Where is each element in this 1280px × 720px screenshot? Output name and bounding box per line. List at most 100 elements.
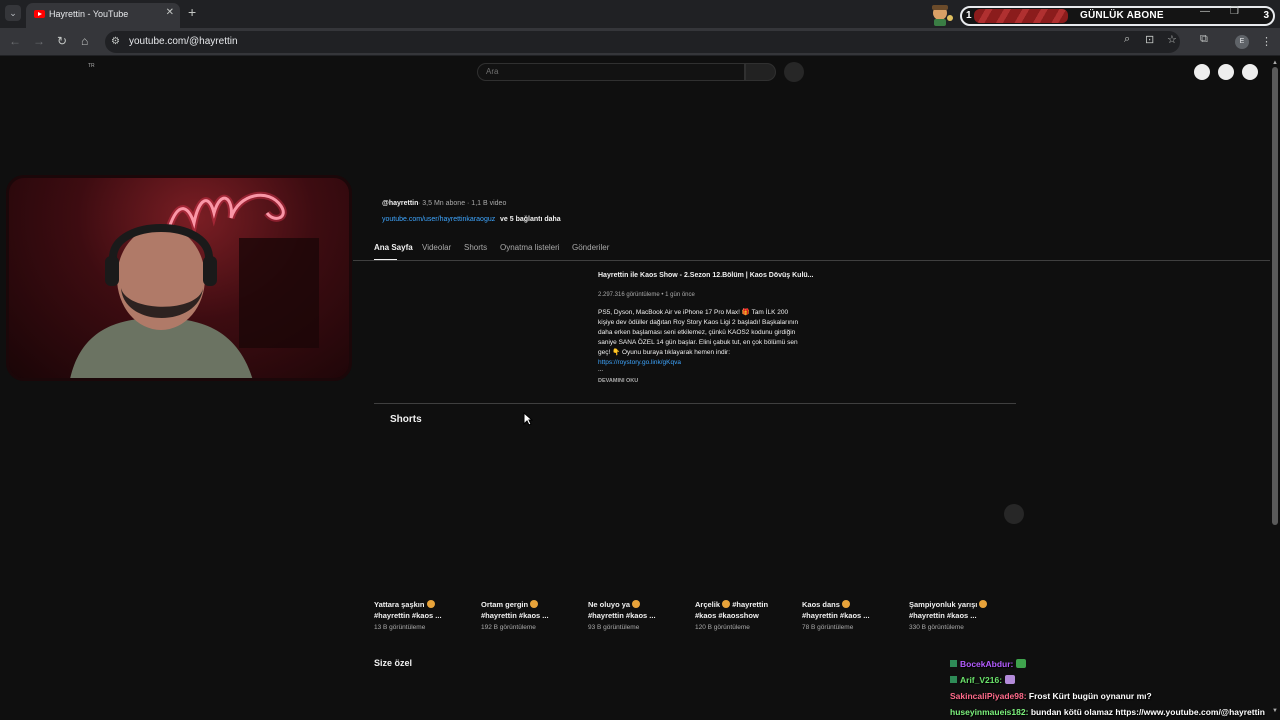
webcam-scene (70, 191, 319, 378)
create-icon[interactable] (1194, 64, 1210, 80)
stream-chat: BocekAbdur: Arif_V216: SakincaliPiyade98… (950, 656, 1268, 720)
short-item[interactable]: Şampiyonluk yarışı #hayrettin #kaos ... … (909, 599, 1009, 631)
emoji-icon (530, 600, 539, 608)
tab-videos[interactable]: Videolar (422, 243, 451, 252)
featured-video-description: PS5, Dyson, MacBook Air ve iPhone 17 Pro… (598, 308, 804, 368)
browser-tabstrip: ⌄ Hayrettin - YouTube ✕ + 1 GÜNLÜK ABONE… (0, 0, 1280, 28)
chat-username: huseyinmaueis182: (950, 707, 1029, 717)
read-more-button[interactable]: DEVAMINI OKU (598, 378, 638, 384)
site-info-icon[interactable]: ⚙ (111, 36, 120, 47)
emoji-icon (426, 600, 435, 608)
streamer-webcam (6, 175, 352, 381)
featured-description-text: PS5, Dyson, MacBook Air ve iPhone 17 Pro… (598, 309, 799, 356)
short-views: 13 B görüntüleme (374, 624, 426, 631)
tab-close-icon[interactable]: ✕ (166, 7, 174, 18)
browser-toolbar: ← → ↻ ⌂ ⚙ youtube.com/@hayrettin ⌕ ⊡ ☆ ⧉… (0, 28, 1280, 56)
mouse-cursor-icon (523, 412, 533, 426)
channel-stats: · 3,5 Mn abone · 1,1 B video (418, 200, 507, 207)
emoji-icon (632, 600, 641, 608)
zoom-icon[interactable]: ⌕ (1124, 33, 1130, 46)
streamer-mascot-icon (932, 5, 953, 26)
scrollbar-thumb[interactable] (1272, 67, 1278, 525)
short-item[interactable]: Yattara şaşkın #hayrettin #kaos ... 13 B… (374, 599, 474, 631)
home-icon[interactable]: ⌂ (81, 34, 88, 48)
chat-message: BocekAbdur: (950, 656, 1268, 672)
daily-subscriber-goal: 1 GÜNLÜK ABONE 3 (960, 6, 1275, 26)
maximize-icon[interactable]: ❐ (1230, 6, 1239, 17)
tabs-divider (353, 260, 1270, 261)
chat-text: bundan kötü olamaz https://www.youtube.c… (1030, 707, 1265, 717)
short-title[interactable]: Kaos dans #hayrettin #kaos ... (802, 599, 902, 621)
back-arrow-icon[interactable]: ← (9, 34, 21, 48)
short-views: 330 B görüntüleme (909, 624, 964, 631)
minimize-icon[interactable]: — (1200, 6, 1210, 17)
chat-message: huseyinmaueis182: bundan kötü olamaz htt… (950, 704, 1268, 720)
voice-search-icon[interactable] (784, 62, 804, 82)
chat-text: Frost Kürt bugün oynanur mı? (1028, 691, 1152, 701)
youtube-page: TR Ara ▲ ▼ @hayrettin · 3,5 Mn abone · 1… (0, 57, 1280, 720)
goal-label: GÜNLÜK ABONE (1080, 10, 1164, 21)
goal-progress-bar (974, 9, 1068, 23)
short-item[interactable]: Ne oluyo ya #hayrettin #kaos ... 93 B gö… (588, 599, 688, 631)
scroll-up-icon[interactable]: ▲ (1272, 60, 1278, 66)
youtube-locale: TR (88, 63, 95, 69)
search-placeholder: Ara (486, 67, 499, 76)
short-views: 120 B görüntüleme (695, 624, 750, 631)
tab-posts[interactable]: Gönderiler (572, 243, 609, 252)
chat-message: Arif_V216: (950, 672, 1268, 688)
short-item[interactable]: Kaos dans #hayrettin #kaos ... 78 B görü… (802, 599, 902, 631)
goal-current: 1 (966, 10, 972, 21)
tab-home[interactable]: Ana Sayfa (374, 243, 413, 252)
short-title[interactable]: Ne oluyo ya #hayrettin #kaos ... (588, 599, 688, 621)
short-views: 78 B görüntüleme (802, 624, 854, 631)
address-bar[interactable]: ⚙ youtube.com/@hayrettin (105, 31, 1180, 53)
profile-avatar[interactable]: E (1235, 35, 1249, 49)
tab-title: Hayrettin - YouTube (49, 9, 129, 19)
browser-menu-icon[interactable]: ⋮ (1261, 35, 1272, 48)
chat-emote-icon (1016, 659, 1027, 668)
search-button[interactable] (745, 63, 776, 81)
shorts-section-title: Shorts (390, 414, 422, 425)
short-item[interactable]: Arçelik #hayrettin #kaos #kaosshow 120 B … (695, 599, 795, 631)
page-scrollbar[interactable]: ▲ ▼ (1270, 57, 1280, 720)
channel-handle: @hayrettin (382, 200, 419, 207)
section-divider (374, 403, 1016, 404)
browser-tab-youtube[interactable]: Hayrettin - YouTube ✕ (26, 3, 180, 28)
channel-more-links[interactable]: ve 5 bağlantı daha (500, 216, 561, 223)
tab-playlists[interactable]: Oynatma listeleri (500, 243, 560, 252)
tab-shorts[interactable]: Shorts (464, 243, 487, 252)
emoji-icon (979, 600, 988, 608)
account-avatar[interactable] (1242, 64, 1258, 80)
chat-username: SakincaliPiyade98: (950, 691, 1027, 701)
emoji-icon (722, 600, 731, 608)
shorts-next-arrow-icon[interactable] (1004, 504, 1024, 524)
scroll-down-icon[interactable]: ▼ (1272, 708, 1278, 714)
search-input[interactable]: Ara (477, 63, 745, 81)
short-title[interactable]: Şampiyonluk yarışı #hayrettin #kaos ... (909, 599, 1009, 621)
new-tab-button[interactable]: + (188, 5, 196, 19)
notifications-icon[interactable] (1218, 64, 1234, 80)
for-you-section-title: Size özel (374, 658, 413, 668)
featured-description-link[interactable]: https://roystory.go.link/gKqva (598, 359, 681, 366)
featured-video-title[interactable]: Hayrettin ile Kaos Show - 2.Sezon 12.Böl… (598, 272, 814, 279)
featured-video-meta: 2.297.316 görüntüleme • 1 gün önce (598, 292, 695, 298)
short-item[interactable]: Ortam gergin #hayrettin #kaos ... 192 B … (481, 599, 581, 631)
channel-link[interactable]: youtube.com/user/hayrettinkaraoguz (382, 216, 495, 223)
chat-username: Arif_V216: (960, 675, 1003, 685)
bookmark-star-icon[interactable]: ☆ (1167, 33, 1177, 46)
short-title[interactable]: Yattara şaşkın #hayrettin #kaos ... (374, 599, 474, 621)
short-title[interactable]: Arçelik #hayrettin #kaos #kaosshow (695, 599, 795, 621)
goal-target: 3 (1263, 10, 1269, 21)
short-title[interactable]: Ortam gergin #hayrettin #kaos ... (481, 599, 581, 621)
forward-arrow-icon[interactable]: → (33, 34, 45, 48)
short-views: 192 B görüntüleme (481, 624, 536, 631)
short-views: 93 B görüntüleme (588, 624, 640, 631)
extensions-icon[interactable]: ⧉ (1200, 33, 1208, 46)
youtube-favicon-icon (34, 10, 45, 18)
address-url[interactable]: youtube.com/@hayrettin (129, 36, 238, 47)
reload-icon[interactable]: ↻ (57, 34, 67, 48)
chat-username: BocekAbdur: (960, 659, 1014, 669)
install-app-icon[interactable]: ⊡ (1145, 33, 1154, 46)
tab-search-button[interactable]: ⌄ (5, 5, 21, 21)
emoji-icon (842, 600, 851, 608)
